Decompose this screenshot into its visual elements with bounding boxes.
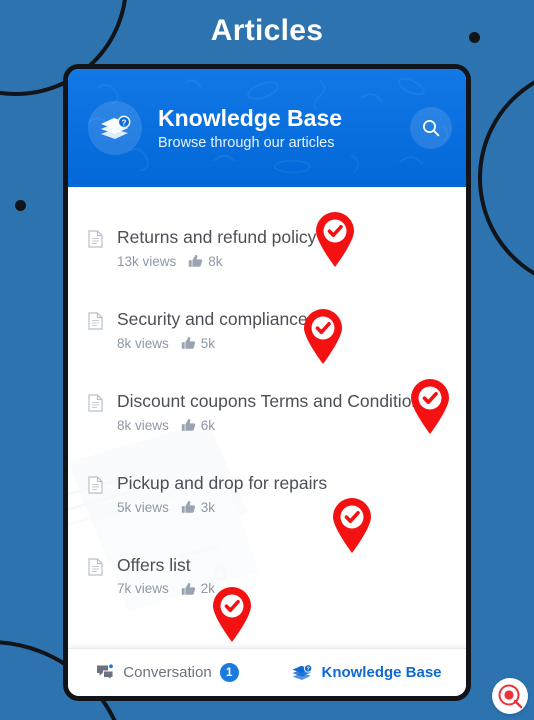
document-icon — [88, 394, 103, 417]
article-title: Offers list — [117, 554, 191, 575]
conversation-badge: 1 — [219, 663, 239, 682]
nav-item-conversation[interactable]: Conversation 1 — [68, 663, 267, 682]
article-views: 8k views — [117, 417, 169, 433]
article-title: Security and compliance — [117, 308, 308, 329]
conversation-chat-icon — [97, 663, 114, 681]
widget-header: ? Knowledge Base Browse through our arti… — [68, 69, 466, 187]
freshworks-logo-icon — [498, 684, 523, 709]
thumbs-up-icon — [181, 582, 196, 596]
list-item[interactable]: Pickup and drop for repairs 5k views 3k — [68, 473, 466, 515]
article-likes: 8k — [208, 253, 223, 269]
decorative-dot-left — [15, 200, 26, 211]
thumbs-up-icon — [181, 418, 196, 432]
document-icon — [88, 557, 103, 581]
article-meta: 8k views 5k — [117, 336, 308, 351]
article-title: Discount coupons Terms and Conditions — [117, 390, 430, 411]
list-item[interactable]: Discount coupons Terms and Conditions 8k… — [68, 391, 466, 433]
nav-item-knowledge-base[interactable]: ? Knowledge Base — [267, 663, 466, 682]
nav-label-knowledge-base: Knowledge Base — [321, 664, 442, 681]
svg-text:?: ? — [122, 118, 127, 127]
thumbs-up-icon — [181, 336, 196, 350]
svg-text:?: ? — [307, 667, 310, 673]
article-list-container[interactable]: A Returns and refund policy 13k views 8k… — [68, 187, 466, 648]
brand-badge[interactable] — [492, 678, 528, 714]
document-icon — [88, 312, 103, 335]
widget-title: Knowledge Base — [158, 105, 343, 132]
article-title: Returns and refund policy — [117, 227, 317, 247]
thumbs-up-icon — [188, 254, 203, 268]
knowledge-base-book-icon: ? — [292, 664, 313, 680]
article-meta: 8k views 6k — [117, 418, 430, 433]
article-likes: 6k — [200, 417, 216, 433]
thumbs-up-icon — [181, 500, 196, 514]
article-list: Returns and refund policy 13k views 8k S… — [68, 187, 466, 596]
article-meta: 7k views 2k — [117, 581, 215, 596]
widget-subtitle: Browse through our articles — [158, 134, 335, 151]
bottom-navigation: Conversation 1 ? Knowledge Base — [68, 648, 466, 696]
list-item[interactable]: Offers list 7k views 2k — [68, 554, 466, 596]
article-meta: 13k views 8k — [117, 254, 316, 269]
search-icon — [423, 120, 440, 137]
knowledge-base-book-icon: ? — [101, 115, 131, 139]
article-title: Pickup and drop for repairs — [117, 472, 328, 493]
search-button[interactable] — [410, 107, 452, 149]
knowledge-base-logo: ? — [88, 101, 142, 155]
nav-label-conversation: Conversation — [123, 664, 212, 681]
article-views: 13k views — [117, 253, 177, 269]
document-icon — [88, 476, 103, 499]
list-item[interactable]: Security and compliance 8k views 5k — [68, 309, 466, 351]
page-title: Articles — [210, 14, 324, 47]
article-likes: 3k — [200, 499, 216, 515]
article-views: 7k views — [117, 581, 169, 597]
knowledge-base-widget: ? Knowledge Base Browse through our arti… — [63, 64, 471, 701]
article-likes: 2k — [200, 581, 216, 597]
decorative-circle-right — [478, 65, 534, 291]
article-likes: 5k — [200, 335, 216, 351]
list-item[interactable]: Returns and refund policy 13k views 8k — [68, 227, 466, 269]
article-views: 8k views — [117, 335, 169, 351]
article-meta: 5k views 3k — [117, 500, 327, 515]
article-views: 5k views — [117, 499, 169, 515]
document-icon — [88, 230, 103, 253]
